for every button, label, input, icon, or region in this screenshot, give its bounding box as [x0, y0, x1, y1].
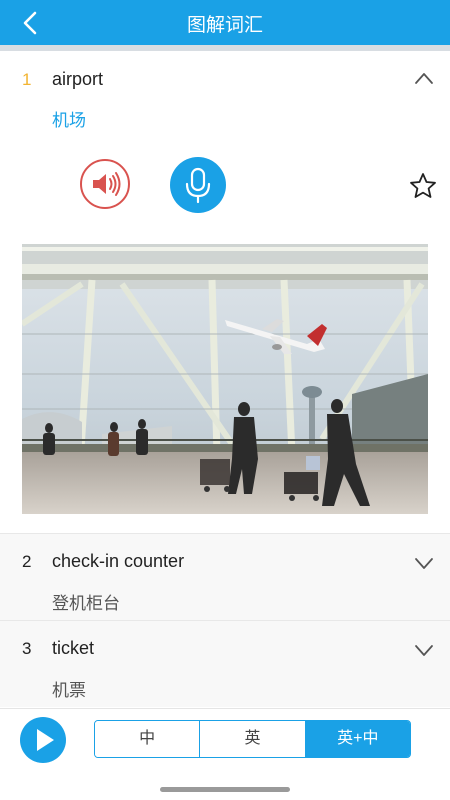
language-mode-selector: 中 英 英+中: [94, 720, 411, 758]
word-illustration: [22, 244, 428, 514]
chevron-up-icon[interactable]: [414, 71, 434, 85]
star-outline-icon[interactable]: [408, 171, 438, 201]
word-chinese: 机场: [52, 111, 86, 130]
word-index: 1: [22, 70, 32, 89]
word-english: ticket: [52, 638, 95, 658]
mode-english[interactable]: 英: [199, 721, 305, 757]
word-chinese: 机票: [52, 681, 86, 700]
word-english: airport: [52, 69, 104, 89]
word-chinese: 登机柜台: [52, 594, 120, 613]
chevron-down-icon[interactable]: [414, 556, 434, 570]
mode-chinese[interactable]: 中: [95, 721, 200, 757]
word-list: 1 airport 机场 2 check-in counter 登机柜台 3 t…: [0, 51, 450, 708]
play-audio-button[interactable]: [80, 159, 130, 209]
record-button[interactable]: [170, 157, 226, 213]
home-indicator: [160, 787, 290, 792]
play-all-button[interactable]: [20, 717, 66, 763]
list-item-ticket[interactable]: 3 ticket 机票: [0, 620, 450, 707]
word-english: check-in counter: [52, 551, 185, 571]
mode-english-chinese[interactable]: 英+中: [304, 721, 410, 757]
microphone-icon: [185, 167, 211, 204]
word-index: 2: [22, 552, 32, 571]
list-item-airport: 1 airport 机场: [0, 51, 450, 533]
speaker-icon: [93, 172, 121, 196]
play-icon: [37, 729, 54, 751]
chevron-down-icon[interactable]: [414, 643, 434, 657]
word-index: 3: [22, 639, 32, 658]
page-title: 图解词汇: [186, 15, 263, 36]
bottom-bar: 中 英 英+中: [0, 708, 450, 800]
top-bar: 图解词汇: [0, 0, 450, 45]
list-item-check-in-counter[interactable]: 2 check-in counter 登机柜台: [0, 533, 450, 620]
